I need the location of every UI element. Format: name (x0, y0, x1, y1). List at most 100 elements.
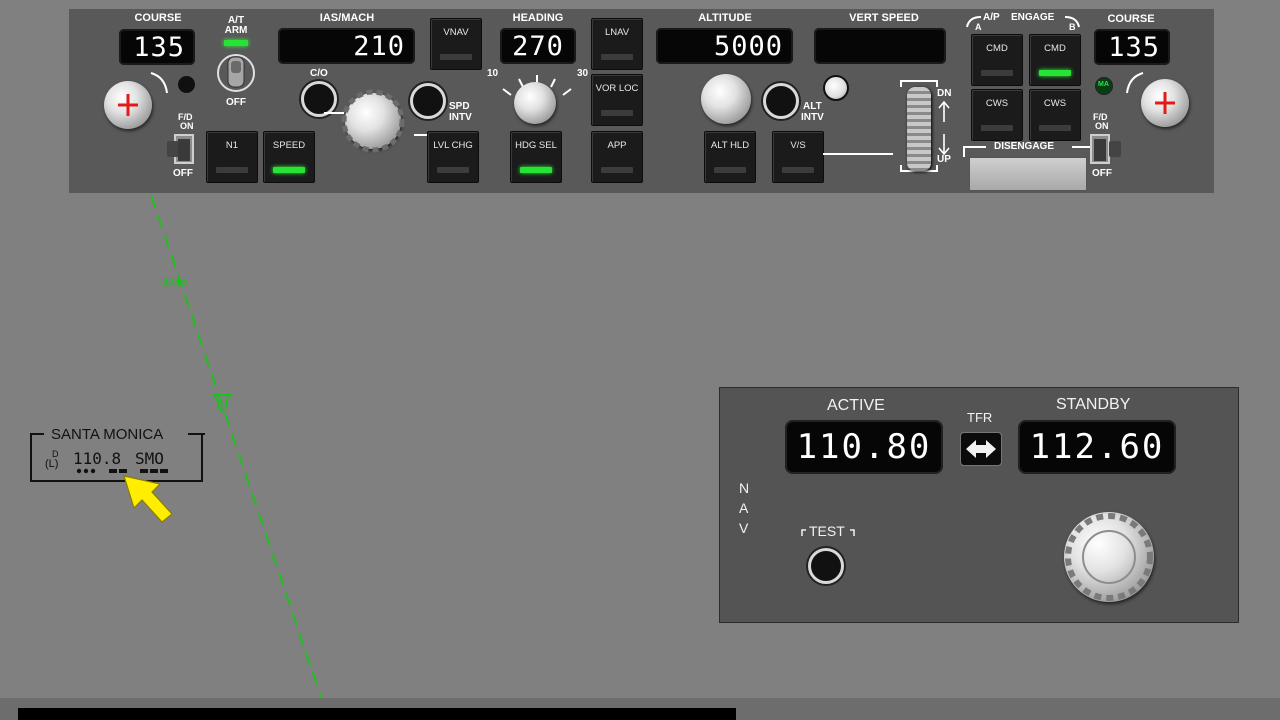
ap-engage-bracket (966, 16, 1080, 28)
fd-left-toggle[interactable] (167, 133, 199, 167)
vs-button[interactable]: V/S (772, 131, 824, 183)
heading-label: HEADING (512, 12, 564, 24)
bottom-progress-track (18, 708, 736, 720)
nav-radio-panel: ACTIVE 110.80 TFR STANDBY 112.60 N A V T… (719, 387, 1239, 623)
ma-annunciator: MA (1095, 77, 1113, 95)
alt-intv-button[interactable] (763, 83, 799, 119)
alt-hld-button-lamp (714, 167, 746, 173)
cws-b-button-label: CWS (1043, 98, 1067, 109)
altitude-label: ALTITUDE (698, 12, 752, 24)
ap-b-label: B (1069, 22, 1076, 32)
cws-a-button-lamp (981, 125, 1013, 131)
nav-side-label-a: A (739, 500, 749, 516)
vs-connector (823, 153, 893, 155)
swap-arrows-icon (966, 440, 996, 458)
mode-control-panel: COURSE 135 F/D ON OFF A/T ARM OFF N1 SPE… (69, 9, 1214, 193)
bottom-status-bar (0, 698, 1280, 720)
cws-a-button-label: CWS (985, 98, 1009, 109)
hdg-sel-button-label: HDG SEL (515, 140, 557, 151)
cmd-b-button[interactable]: CMD (1029, 34, 1081, 86)
nav-side-label-n: N (739, 480, 750, 496)
vor-ident: SMO (135, 449, 164, 468)
cws-b-button-lamp (1039, 125, 1071, 131)
spd-intv-button[interactable] (410, 83, 446, 119)
altitude-selector-knob[interactable] (701, 74, 751, 124)
vs-indicator-light (823, 75, 849, 101)
at-arm-off-label: OFF (226, 97, 246, 108)
course-left-pointer-icon (118, 94, 138, 116)
cmd-a-button-lamp (981, 70, 1013, 76)
vnav-button-lamp (440, 54, 472, 60)
cws-b-button[interactable]: CWS (1029, 89, 1081, 141)
ma-label: MA (1098, 81, 1109, 88)
lvl-chg-button[interactable]: LVL CHG (427, 131, 479, 183)
app-button[interactable]: APP (591, 131, 643, 183)
test-button[interactable] (808, 548, 844, 584)
course-left-arc (150, 72, 168, 94)
fd-right-off-label: OFF (1092, 168, 1112, 179)
lvl-chg-button-label: LVL CHG (433, 140, 473, 151)
fd-right-on-label: ON (1095, 121, 1109, 131)
ap-a-label: A (975, 22, 982, 32)
cws-a-button[interactable]: CWS (971, 89, 1023, 141)
lnav-button-label: LNAV (604, 27, 630, 38)
alt-intv-label-2: INTV (801, 112, 824, 123)
hdg-sel-button[interactable]: HDG SEL (510, 131, 562, 183)
disengage-bar[interactable] (969, 157, 1087, 191)
standby-frequency-display: 112.60 (1018, 420, 1176, 474)
course-left-display: 135 (119, 29, 195, 65)
transfer-button[interactable] (960, 432, 1002, 466)
vs-thumbwheel[interactable] (907, 87, 931, 171)
alt-intv-label-1: ALT (803, 101, 822, 112)
ias-mach-display: 210 (278, 28, 415, 64)
course-left-annunciator (178, 76, 195, 93)
co-label: C/O (310, 68, 328, 79)
lnav-button[interactable]: LNAV (591, 18, 643, 70)
cmd-a-button-label: CMD (986, 43, 1008, 54)
speed-button[interactable]: SPEED (263, 131, 315, 183)
fd-left-off-label: OFF (173, 168, 193, 179)
vert-speed-display (814, 28, 946, 64)
spd-intv-label-1: SPD (449, 101, 470, 112)
cmd-b-button-lamp (1039, 70, 1071, 76)
fd-left-on-label: ON (180, 121, 194, 131)
heading-display: 270 (500, 28, 576, 64)
alt-hld-button-label: ALT HLD (710, 140, 750, 151)
lnav-button-lamp (601, 54, 633, 60)
vor-loc-button[interactable]: VOR LOC (591, 74, 643, 126)
wheel-dn-label: DN (937, 88, 952, 99)
nav-side-label-v: V (739, 520, 749, 536)
app-button-lamp (601, 167, 633, 173)
spd-intv-label-2: INTV (449, 112, 472, 123)
vert-speed-label: VERT SPEED (849, 12, 919, 24)
alt-hld-button[interactable]: ALT HLD (704, 131, 756, 183)
n1-button-lamp (216, 167, 248, 173)
vor-frequency: 110.8 (73, 449, 122, 468)
fd-right-toggle[interactable] (1089, 133, 1121, 167)
bank-30-label: 30 (577, 68, 589, 79)
at-arm-switch[interactable] (215, 51, 257, 95)
ias-mach-label: IAS/MACH (319, 12, 375, 24)
n1-button[interactable]: N1 (206, 131, 258, 183)
speed-button-label: SPEED (272, 140, 306, 151)
vor-station-name: SANTA MONICA (51, 426, 164, 443)
active-label: ACTIVE (827, 397, 885, 414)
at-arm-lamp (224, 40, 248, 46)
frequency-tuning-knob[interactable] (1064, 512, 1154, 602)
wheel-up-label: UP (937, 154, 951, 165)
test-label: TEST (809, 523, 845, 539)
heading-selector-knob[interactable] (514, 82, 556, 124)
tfr-label: TFR (967, 410, 993, 425)
at-arm-mid-label: ARM (224, 25, 248, 36)
n1-button-label: N1 (225, 140, 239, 151)
vs-button-lamp (782, 167, 814, 173)
course-left-label: COURSE (134, 12, 182, 24)
standby-label: STANDBY (1056, 396, 1131, 413)
hdg-sel-button-lamp (520, 167, 552, 173)
altitude-display: 5000 (656, 28, 793, 64)
cmd-a-button[interactable]: CMD (971, 34, 1023, 86)
vor-loc-button-lamp (601, 110, 633, 116)
course-right-label: COURSE (1107, 13, 1155, 25)
vnav-button[interactable]: VNAV (430, 18, 482, 70)
lvl-chg-button-lamp (437, 167, 469, 173)
